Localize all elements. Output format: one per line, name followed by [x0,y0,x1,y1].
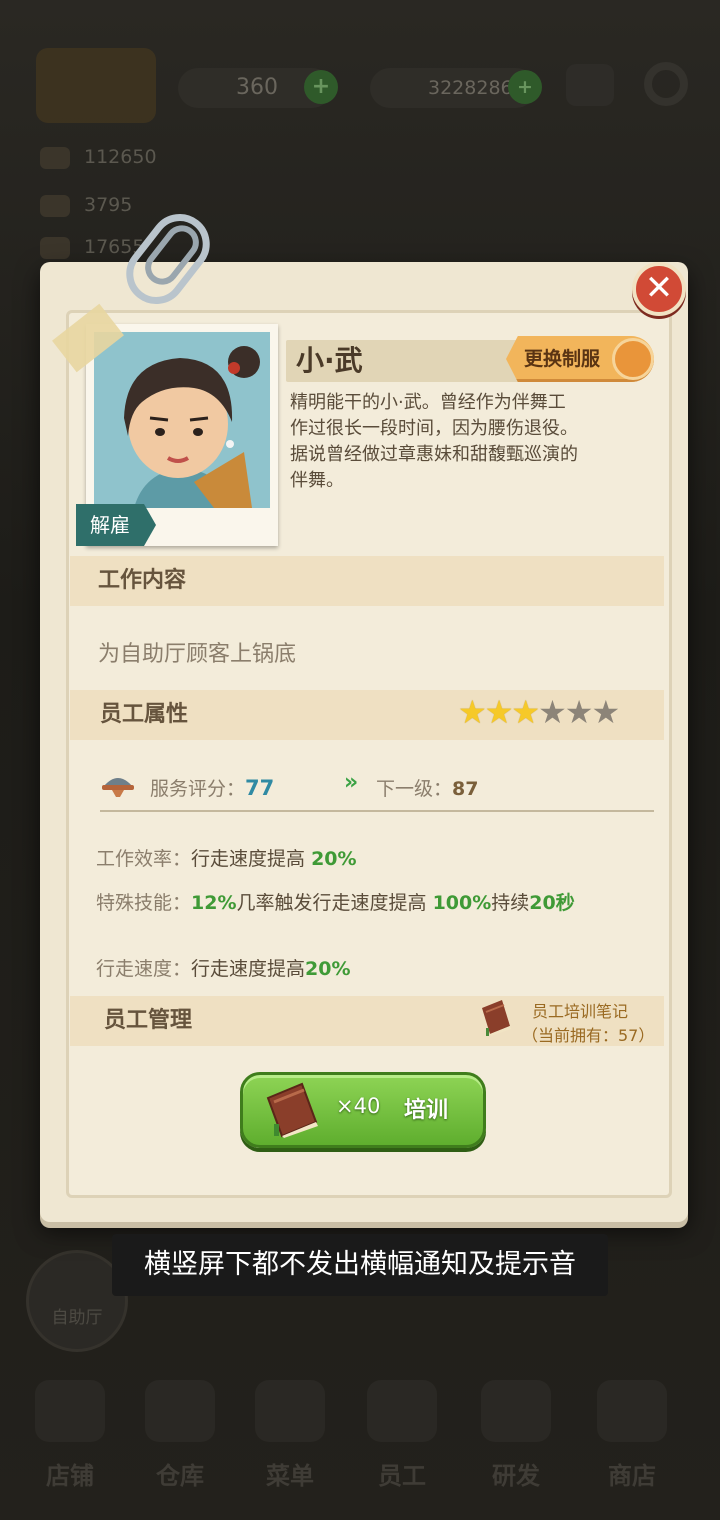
service-score-row: 服务评分：77 [150,776,275,800]
employee-name: 小·武 [296,344,363,377]
attribute-divider [100,810,654,812]
star-empty-icon: ★ [591,693,621,731]
nav-research: 研发 [466,1380,566,1490]
special-skill-row: 特殊技能：12%几率触发行走速度提高 100%持续20秒 [96,892,575,914]
training-note-title: 员工培训笔记 [532,1002,629,1021]
work-content-text: 为自助厅顾客上锅底 [98,642,297,667]
chef-hat-icon [102,778,134,797]
money-counter: 3228286 + [370,68,542,108]
system-toast: 横竖屏下都不发出横幅通知及提示音 [112,1234,608,1296]
dismiss-button[interactable]: 解雇 [76,504,156,546]
next-level-value: 87 [452,778,479,800]
attributes-section-title: 员工属性 [100,702,189,727]
coupon-value: 360 [236,75,278,100]
change-uniform-label[interactable]: 更换制服 [524,336,600,382]
side-stat-2: 3795 [40,194,132,217]
nav-store: 店铺 [20,1380,120,1490]
coupon-counter: 360 + [178,68,338,108]
camera-icon [566,64,614,106]
nav-shop: 商店 [582,1380,682,1490]
uniform-hat-icon[interactable] [612,338,654,380]
gear-icon [644,62,688,106]
star-filled-icon: ★ [484,693,514,731]
service-score-value: 77 [245,776,275,800]
add-coupon-icon: + [304,70,338,104]
walk-speed-row: 行走速度：行走速度提高20% [96,958,351,980]
nav-staff: 员工 [352,1380,452,1490]
side-stat-3: 17655 [40,236,144,259]
training-note-owned: （当前拥有：57） [522,1026,655,1045]
money-value: 3228286 [428,77,513,99]
close-button[interactable]: ✕ [632,262,686,316]
next-level-chevron-icon: » [344,770,358,795]
star-filled-icon: ★ [511,693,541,731]
top-hud: 360 + 3228286 + [0,48,720,123]
star-filled-icon: ★ [458,693,487,731]
nav-menu: 菜单 [240,1380,340,1490]
train-label[interactable]: 培训 [404,1092,448,1124]
side-stat-1: 112650 [40,146,157,169]
nav-warehouse: 仓库 [130,1380,230,1490]
rank-badge [36,48,156,123]
bottom-nav: 店铺 仓库 菜单 员工 研发 商店 [0,1370,720,1520]
employee-description: 精明能干的小·武。曾经作为伴舞工作过很长一段时间，因为腰伤退役。据说曾经做过章惠… [290,392,578,491]
employee-portrait [94,332,270,508]
next-level-row: 下一级：87 [376,778,479,800]
work-section-title: 工作内容 [98,568,187,593]
efficiency-row: 工作效率：行走速度提高 20% [96,848,357,870]
training-book-icon[interactable] [262,1080,324,1138]
management-section-title: 员工管理 [104,1008,193,1033]
add-money-icon: + [508,70,542,104]
train-cost-count[interactable]: ×40 [336,1094,380,1118]
star-empty-icon: ★ [538,693,567,731]
star-empty-icon: ★ [564,693,594,731]
star-rating: ★★★★★★ [458,693,621,731]
training-note-book-icon [482,1000,511,1036]
